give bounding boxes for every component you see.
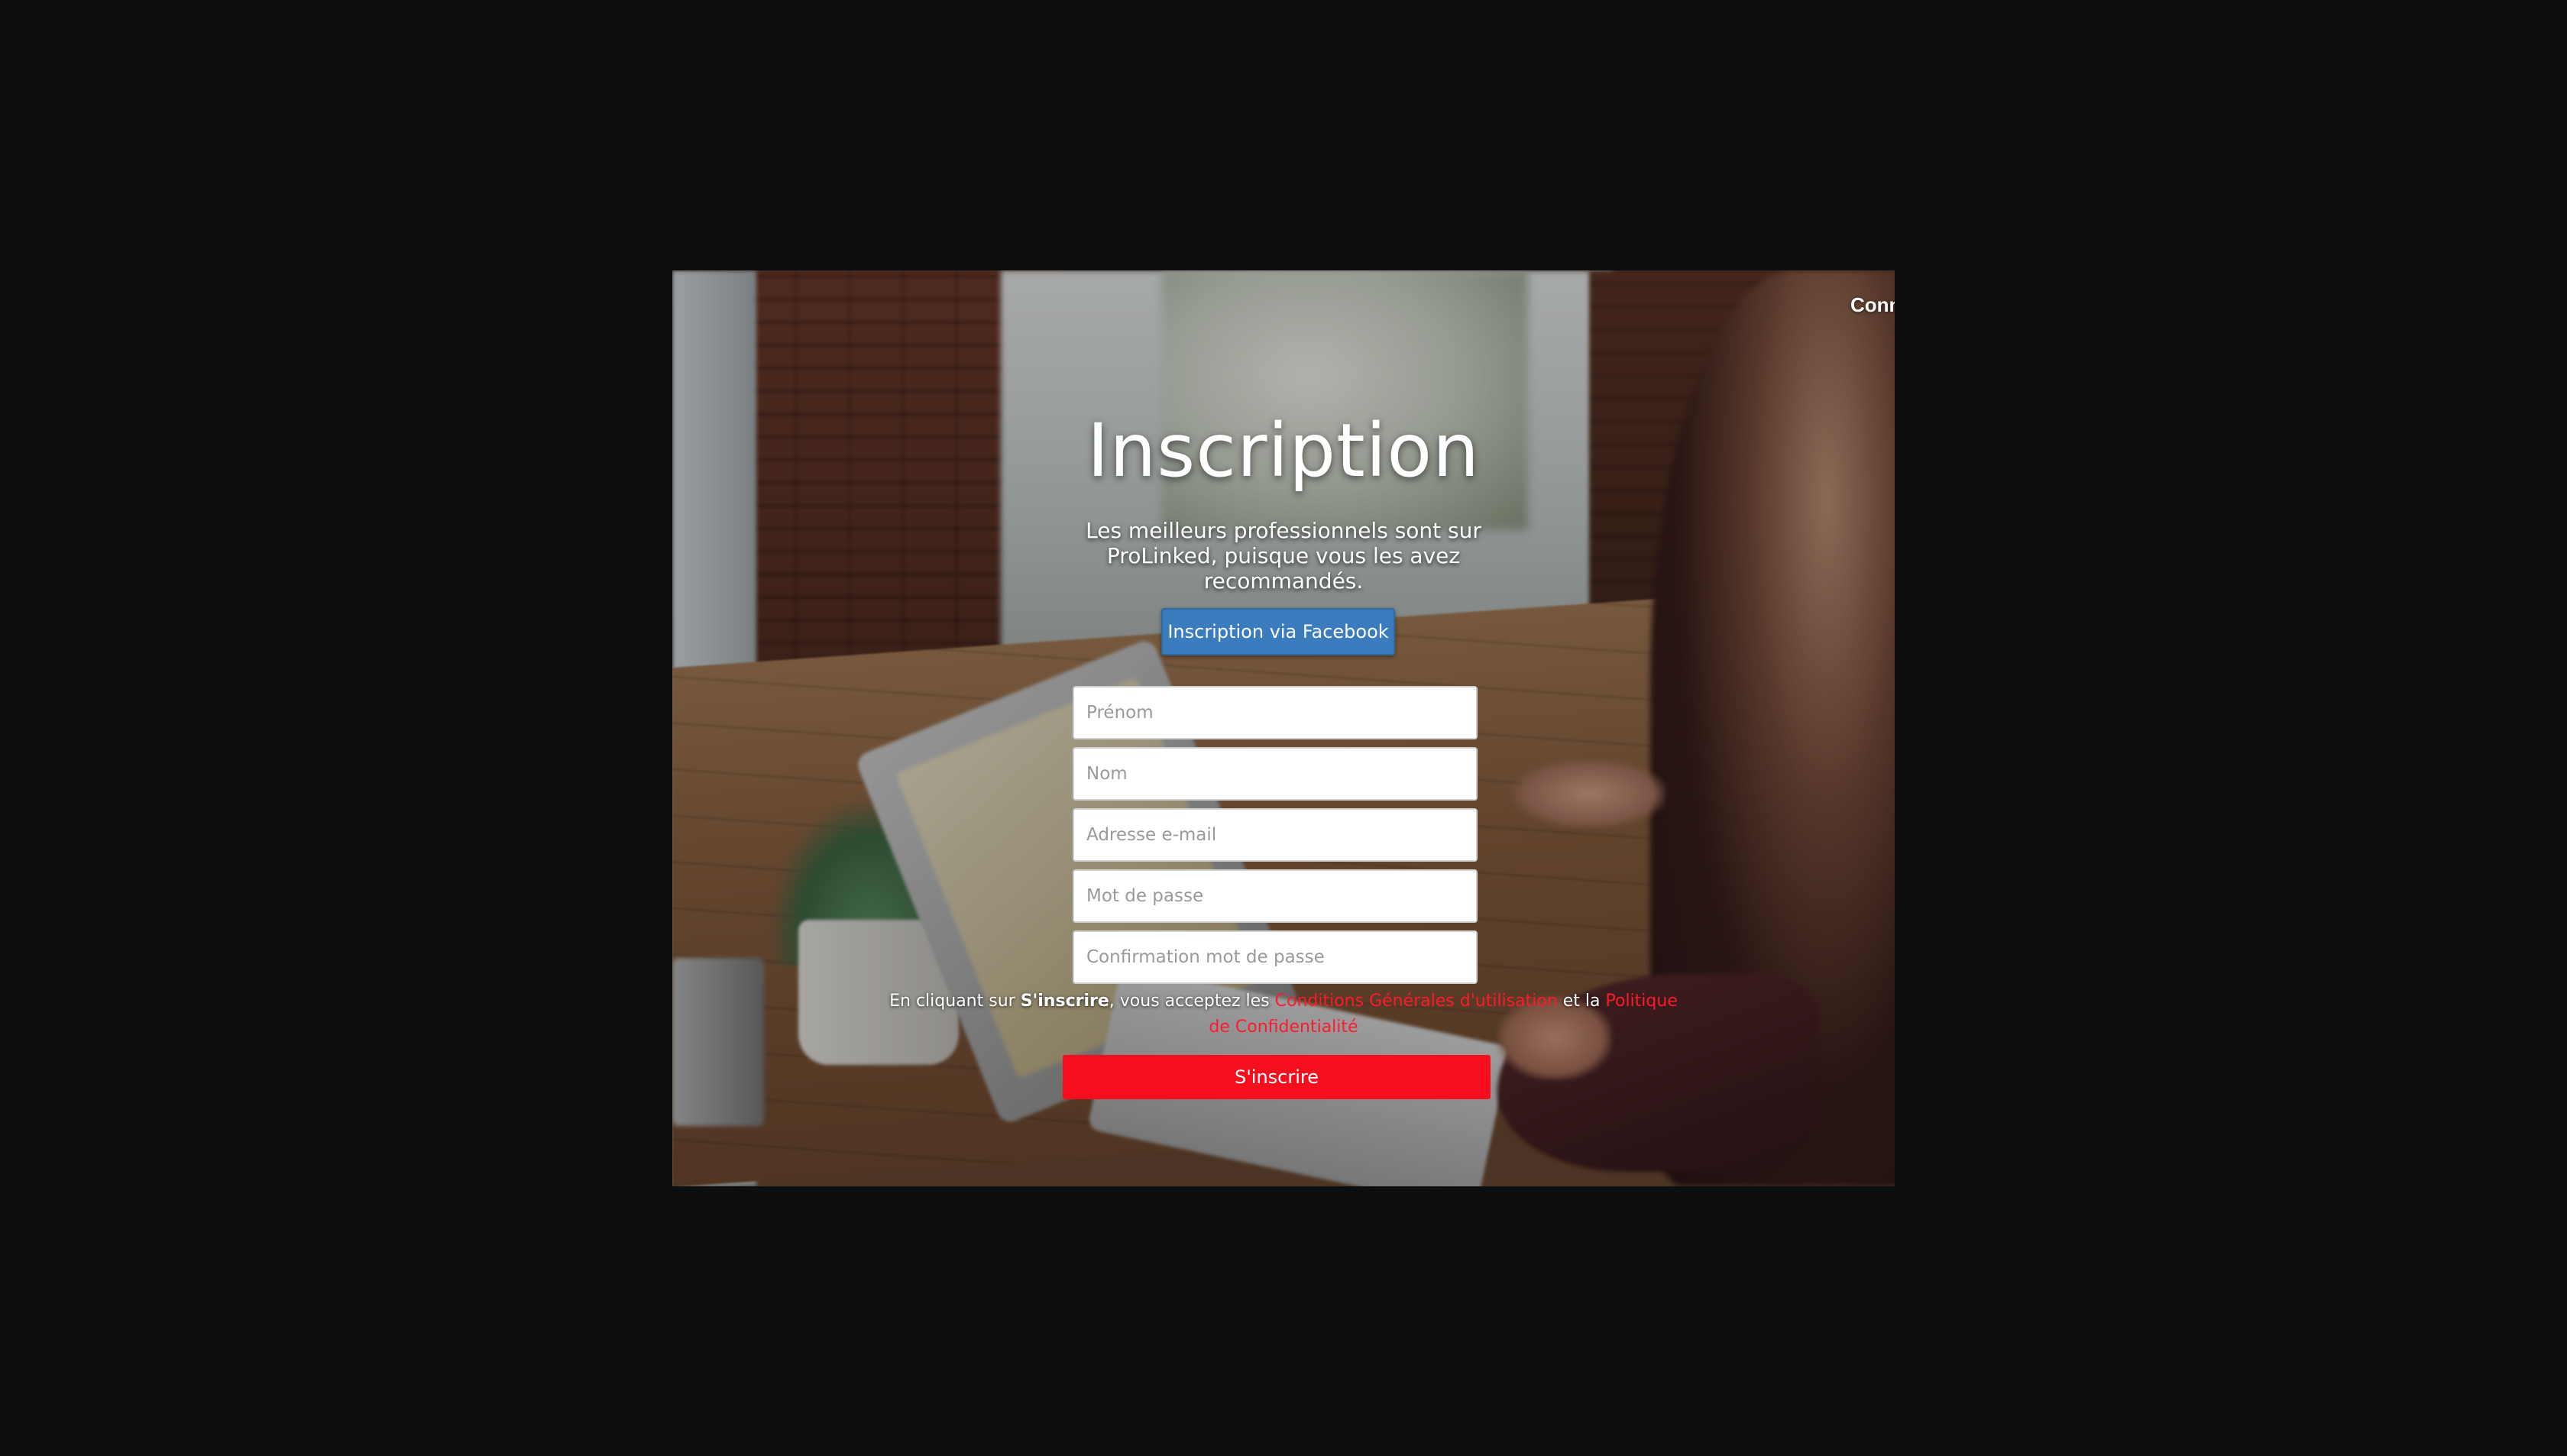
login-link[interactable]: Conn xyxy=(1850,293,1895,317)
signup-submit-button[interactable]: S'inscrire xyxy=(1063,1055,1491,1099)
password-field[interactable] xyxy=(1073,869,1478,923)
terms-action-word: S'inscrire xyxy=(1020,992,1109,1011)
cgu-link[interactable]: Conditions Générales d'utilisation xyxy=(1275,992,1558,1011)
page-subtitle: Les meilleurs professionnels sont sur Pr… xyxy=(1086,518,1481,594)
terms-and: et la xyxy=(1557,992,1606,1011)
terms-prefix: En cliquant sur xyxy=(889,992,1021,1011)
page-title: Inscription xyxy=(1087,408,1480,493)
signup-page-frame: Conn Inscription Les meilleurs professio… xyxy=(672,270,1895,1186)
last-name-field[interactable] xyxy=(1073,747,1478,801)
terms-middle: , vous acceptez les xyxy=(1109,992,1275,1011)
facebook-signup-button[interactable]: Inscription via Facebook xyxy=(1161,608,1395,655)
first-name-field[interactable] xyxy=(1073,686,1478,739)
terms-notice: En cliquant sur S'inscrire, vous accepte… xyxy=(879,988,1688,1040)
email-field[interactable] xyxy=(1073,808,1478,862)
password-confirm-field[interactable] xyxy=(1073,930,1478,984)
